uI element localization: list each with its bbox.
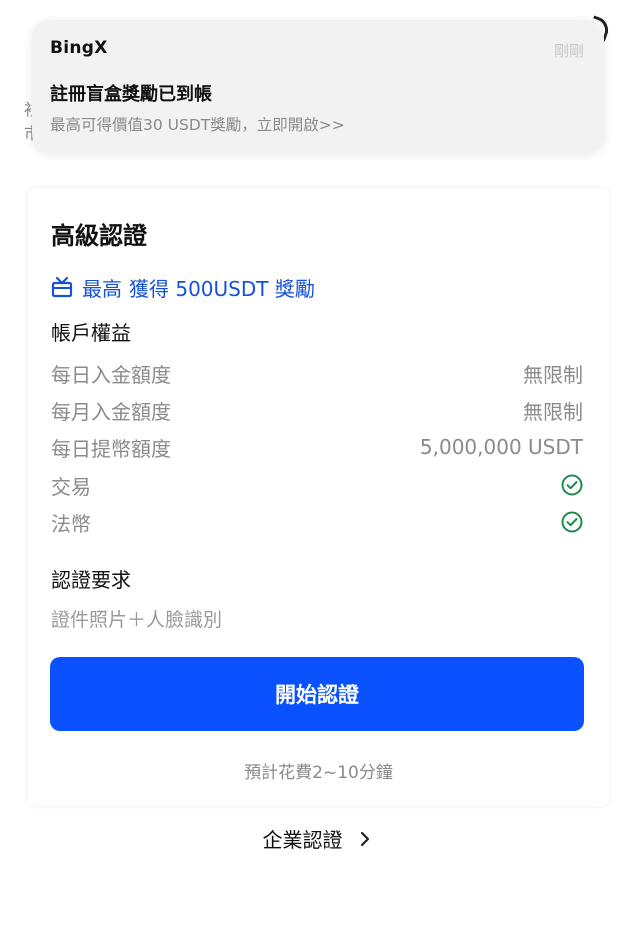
- reward-text: 獲得 500USDT 獎勵: [129, 276, 315, 301]
- notification-banner[interactable]: BingX 剛剛 註冊盲盒獎勵已到帳 最高可得價值30 USDT獎勵，立即開啟>…: [32, 20, 604, 152]
- benefit-row: 交易: [51, 471, 583, 499]
- advanced-verification-card: 高級認證 最高 獲得 500USDT 獎勵 帳戶權益 每日入金額度 無限制 每月…: [28, 188, 609, 806]
- notification-title: 註冊盲盒獎勵已到帳: [50, 84, 212, 105]
- benefit-row: 每日提幣額度 5,000,000 USDT: [51, 433, 583, 461]
- benefit-label: 每月入金額度: [51, 399, 171, 424]
- notification-time: 剛剛: [553, 42, 584, 60]
- benefit-value: 無限制: [523, 362, 583, 387]
- reward-line: 最高 獲得 500USDT 獎勵: [51, 274, 315, 301]
- chevron-right-icon: [360, 831, 369, 846]
- benefit-label: 法幣: [51, 511, 91, 536]
- notification-body: 最高可得價值30 USDT獎勵，立即開啟>>: [50, 116, 345, 134]
- check-circle-icon: [561, 511, 583, 533]
- card-title: 高級認證: [51, 222, 147, 250]
- benefit-value: 5,000,000 USDT: [419, 435, 583, 459]
- benefit-value: 無限制: [523, 399, 583, 424]
- benefit-label: 交易: [51, 474, 91, 499]
- requirements-title: 認證要求: [51, 568, 131, 592]
- estimated-time: 預計花費2~10分鐘: [244, 763, 393, 783]
- benefit-row: 法幣: [51, 508, 583, 536]
- requirements-text: 證件照片＋人臉識別: [51, 609, 223, 631]
- benefit-label: 每日入金額度: [51, 362, 171, 387]
- check-circle-icon: [561, 474, 583, 496]
- bingx-logo: BingX: [50, 38, 108, 58]
- enterprise-label: 企業認證: [262, 828, 343, 852]
- reward-prefix: 最高: [82, 276, 122, 301]
- start-verification-button[interactable]: 開始認證: [50, 657, 584, 731]
- benefit-label: 每日提幣額度: [51, 436, 171, 461]
- benefit-row: 每月入金額度 無限制: [51, 396, 583, 424]
- benefit-row: 每日入金額度 無限制: [51, 359, 583, 387]
- benefits-title: 帳戶權益: [51, 321, 131, 345]
- gift-icon: [51, 276, 73, 298]
- enterprise-verification-link[interactable]: 企業認證: [0, 824, 635, 853]
